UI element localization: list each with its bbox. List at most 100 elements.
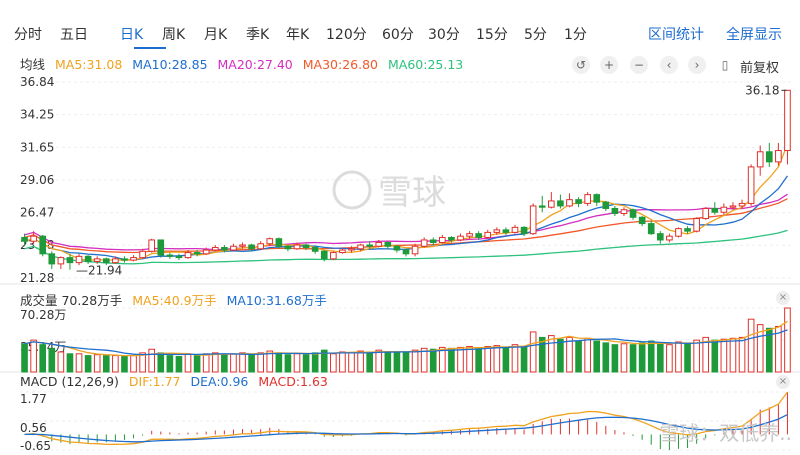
volume-bar [520, 346, 528, 373]
volume-bar [602, 342, 610, 373]
watermark-logo-icon [332, 170, 372, 210]
candle-body [656, 233, 664, 241]
volume-bar [747, 318, 755, 373]
volume-bar [493, 345, 501, 373]
volume-bar [293, 353, 301, 373]
candle-body [384, 241, 392, 247]
candle-body [221, 247, 228, 251]
macd-tick-label: -0.65 [20, 439, 51, 453]
stock-chart: 36.8434.2531.6529.0626.4723.8821.2836.18… [0, 75, 800, 453]
candle-body [39, 235, 47, 255]
candle-body [184, 252, 192, 259]
candle-body [302, 244, 310, 249]
candle-body [48, 253, 56, 265]
volume-bar [211, 352, 219, 373]
candle-body [193, 252, 201, 255]
candle-body [202, 249, 210, 255]
candle-body [375, 241, 383, 247]
candle-body [112, 258, 119, 264]
volume-bar [202, 353, 210, 373]
volume-bar [375, 349, 383, 373]
candle-body [339, 249, 346, 254]
candle-body [756, 151, 764, 168]
volume-bar [566, 336, 573, 373]
volume-bar [357, 350, 364, 373]
volume-bar [393, 352, 401, 373]
candle-body [148, 239, 156, 252]
candle-body [293, 244, 301, 250]
volume-ma5-line [24, 320, 788, 357]
volume-bar [248, 354, 255, 373]
candle-body [611, 207, 619, 215]
candle-body [666, 235, 673, 241]
volume-bar [66, 353, 74, 373]
candle-body [393, 245, 401, 251]
volume-bar [475, 347, 482, 373]
candle-body [30, 235, 37, 242]
candle-body [629, 209, 637, 218]
candle-body [57, 257, 65, 265]
volume-bar [484, 346, 492, 373]
price-tick-label: 36.84 [20, 75, 54, 89]
candle-body [675, 228, 682, 237]
volume-bar [175, 356, 183, 373]
volume-bar [302, 354, 310, 373]
candle-body [175, 255, 183, 259]
volume-bar [720, 338, 728, 373]
candle-body [475, 233, 482, 238]
candle-body [520, 226, 528, 235]
volume-bar [502, 346, 510, 373]
candle-body [493, 229, 501, 233]
candle-body [75, 255, 83, 264]
volume-bar [48, 347, 56, 373]
volume-bar [557, 338, 564, 373]
volume-bar [684, 343, 691, 373]
volume-bar [284, 354, 292, 373]
volume-bar [666, 344, 673, 373]
volume-bar [629, 344, 637, 373]
candle-body [775, 150, 782, 163]
candle-body [157, 239, 165, 256]
volume-bar [121, 356, 128, 373]
candle-body [284, 245, 292, 250]
price-tick-label: 21.28 [20, 271, 54, 285]
volume-bar [593, 340, 601, 373]
candle-body [411, 245, 419, 255]
volume-bar [239, 352, 246, 373]
candle-body [720, 206, 728, 213]
volume-bar [675, 341, 682, 373]
candle-body [275, 238, 283, 247]
candle-body [548, 200, 555, 208]
candle-body [711, 207, 719, 213]
candle-body [121, 258, 128, 261]
volume-bar [30, 339, 37, 373]
watermark-text: 雪球 [378, 173, 446, 213]
volume-bar [21, 343, 28, 373]
candle-body [248, 244, 255, 250]
candle-body [466, 233, 473, 237]
macd-tick-label: 1.77 [20, 392, 47, 406]
candle-body [538, 205, 546, 208]
candle-body [257, 243, 264, 250]
candle-body [784, 89, 791, 152]
volume-ma10-line [24, 329, 788, 356]
volume-bar [193, 355, 201, 373]
volume-tick-label: 70.28万 [20, 308, 66, 322]
candle-body [557, 200, 564, 207]
candle-body [448, 236, 455, 241]
candle-body [402, 249, 410, 255]
candle-body [602, 201, 610, 209]
macd-tick-label: 0.56 [20, 421, 47, 435]
candle-body [93, 258, 101, 262]
candle-body [529, 205, 537, 235]
volume-bar [647, 340, 655, 373]
candle-body [584, 194, 591, 204]
volume-bar [584, 337, 591, 373]
volume-bar [448, 347, 455, 373]
volume-bar [39, 344, 47, 373]
candle-body [693, 218, 700, 232]
min-price-annotation: —21.94 [76, 264, 122, 278]
volume-bar [84, 355, 92, 373]
volume-bar [466, 346, 473, 373]
volume-bar [411, 349, 419, 373]
